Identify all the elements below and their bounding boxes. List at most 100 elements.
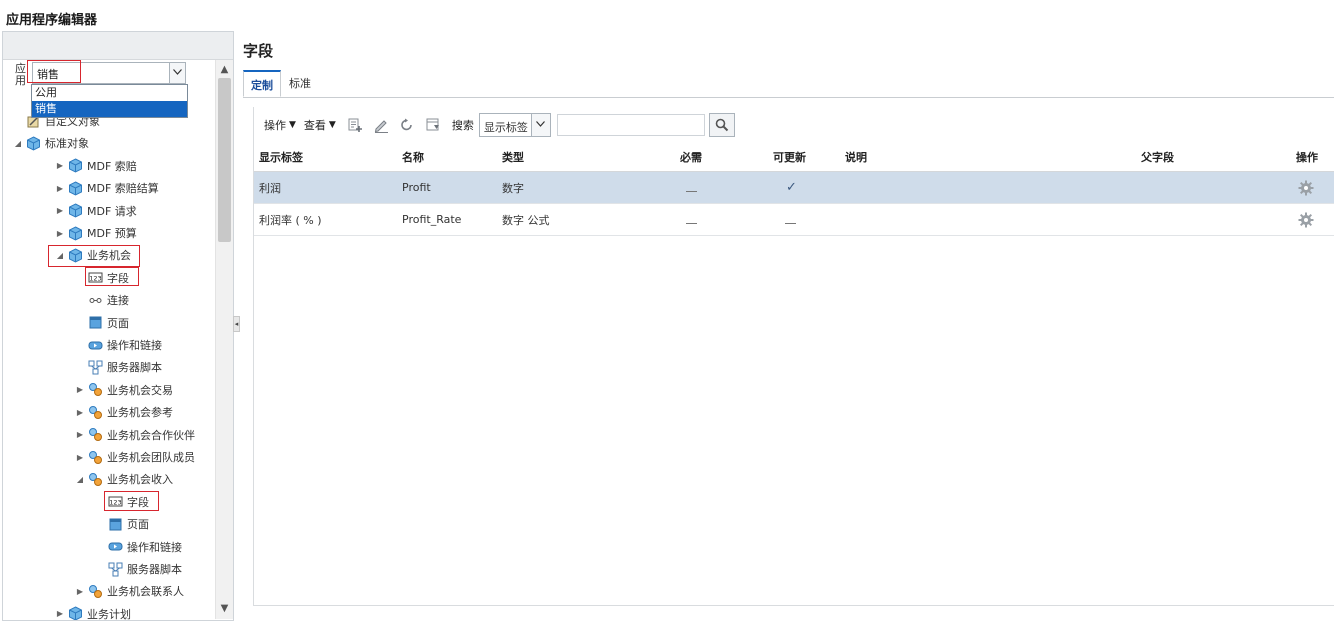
svg-text:123: 123 xyxy=(89,275,101,283)
tree-item[interactable]: 123 字段 xyxy=(75,269,129,287)
tree-item-label: 业务机会交易 xyxy=(107,383,173,397)
tree-item-label: MDF 索赔结算 xyxy=(87,182,159,196)
field-icon: 123 xyxy=(88,270,103,285)
application-dropdown: 公用 销售 xyxy=(31,84,188,118)
tree-item[interactable]: 服务器脚本 xyxy=(95,560,182,578)
column-header[interactable]: 类型 xyxy=(502,143,524,171)
child-object-icon xyxy=(88,405,103,420)
collapse-icon[interactable]: ◢ xyxy=(75,475,85,484)
view-menu[interactable]: 查看 ▼ xyxy=(304,117,336,133)
column-header[interactable]: 名称 xyxy=(402,143,424,171)
left-scrollbar[interactable]: ▲ ▼ xyxy=(215,60,233,619)
collapse-icon[interactable]: ◢ xyxy=(55,251,65,260)
search-input[interactable] xyxy=(556,114,705,136)
option-sales[interactable]: 销售 xyxy=(32,101,187,117)
scroll-up-icon[interactable]: ▲ xyxy=(216,62,233,78)
link-icon xyxy=(88,293,103,308)
tab-standard[interactable]: 标准 xyxy=(282,70,318,97)
expand-icon[interactable]: ▶ xyxy=(55,161,65,170)
search-button[interactable] xyxy=(708,113,735,137)
scroll-down-icon[interactable]: ▼ xyxy=(216,601,233,617)
option-public[interactable]: 公用 xyxy=(32,85,187,101)
application-select[interactable]: 销售 xyxy=(32,62,186,84)
gear-icon[interactable] xyxy=(1298,204,1314,235)
expand-icon[interactable]: ▶ xyxy=(75,430,85,439)
column-header[interactable]: 说明 xyxy=(845,143,867,171)
child-object-icon xyxy=(88,584,103,599)
tree-item-label: 服务器脚本 xyxy=(127,563,182,576)
edit-icon[interactable] xyxy=(370,115,392,135)
expand-icon[interactable]: ▶ xyxy=(75,385,85,394)
page-title: 字段 xyxy=(243,42,274,60)
search-field-select[interactable]: 显示标签 xyxy=(478,113,551,137)
tree-item[interactable]: ◢ 业务机会 xyxy=(55,246,131,264)
tree-item[interactable]: ◢ 标准对象 xyxy=(13,134,89,152)
tab-custom[interactable]: 定制 xyxy=(243,70,281,97)
tree-item[interactable]: ◢ 业务机会收入 xyxy=(75,470,173,488)
column-header[interactable]: 必需 xyxy=(680,143,702,171)
cube-icon xyxy=(68,203,83,218)
export-icon[interactable] xyxy=(422,115,444,135)
tree-item[interactable]: ▶ MDF 索赔 xyxy=(55,157,137,175)
tree-item[interactable]: 操作和链接 xyxy=(95,538,182,556)
tree-item[interactable]: 123 字段 xyxy=(95,493,149,511)
column-header[interactable]: 可更新 xyxy=(773,143,806,171)
tree-item[interactable]: ▶ 业务机会交易 xyxy=(75,381,173,399)
tree-item[interactable]: ▶ 业务计划 xyxy=(55,605,131,621)
tree-item[interactable]: ▶ MDF 请求 xyxy=(55,202,137,220)
tree-item-label: MDF 索赔 xyxy=(87,159,137,173)
tree-item[interactable]: ▶ MDF 索赔结算 xyxy=(55,179,159,197)
tree-item[interactable]: ▶ 业务机会团队成员 xyxy=(75,448,195,466)
chevron-down-icon[interactable] xyxy=(169,63,185,83)
dash-icon xyxy=(686,223,697,224)
tree-item-label: 标准对象 xyxy=(45,137,89,151)
script-icon xyxy=(108,562,123,577)
expand-icon[interactable]: ▶ xyxy=(75,453,85,462)
updatable-cell xyxy=(785,204,796,235)
view-menu-label: 查看 xyxy=(303,119,326,132)
dash-icon xyxy=(686,191,697,192)
page-icon xyxy=(108,517,123,532)
dash-icon xyxy=(785,223,796,224)
actions-menu[interactable]: 操作 ▼ xyxy=(264,117,296,133)
chevron-down-icon[interactable] xyxy=(530,114,550,136)
column-header[interactable]: 显示标签 xyxy=(259,143,303,171)
action-icon xyxy=(108,539,123,554)
tree-item-label: 业务计划 xyxy=(87,607,131,621)
expand-icon[interactable]: ▶ xyxy=(55,184,65,193)
svg-text:123: 123 xyxy=(109,499,121,507)
table-row[interactable]: 利润率 ( % ) Profit_Rate 数字 公式 xyxy=(254,204,1334,236)
tree-item[interactable]: 页面 xyxy=(95,515,149,533)
tree-item[interactable]: ▶ 业务机会参考 xyxy=(75,403,173,421)
expand-icon[interactable]: ▶ xyxy=(55,206,65,215)
expand-icon[interactable]: ▶ xyxy=(55,229,65,238)
tree-item[interactable]: 连接 xyxy=(75,291,129,309)
panel-splitter[interactable]: ◂ xyxy=(233,316,240,332)
expand-icon[interactable]: ▶ xyxy=(75,408,85,417)
display-label-cell: 利润 xyxy=(259,181,281,195)
create-field-icon[interactable] xyxy=(344,115,366,135)
table-header: 显示标签 名称 类型 必需 可更新 说明 父字段 操作 xyxy=(254,143,1334,172)
tree-item-label: 业务机会 xyxy=(87,249,131,263)
column-header[interactable]: 操作 xyxy=(1296,143,1318,171)
refresh-icon[interactable] xyxy=(396,115,418,135)
child-object-icon xyxy=(88,427,103,442)
check-icon: ✓ xyxy=(786,180,797,195)
tree-item[interactable]: 服务器脚本 xyxy=(75,358,162,376)
column-header[interactable]: 父字段 xyxy=(1141,143,1174,171)
tree-item-label: 业务机会收入 xyxy=(107,473,173,487)
table-row[interactable]: 利润 Profit 数字 ✓ xyxy=(254,172,1334,204)
tree-item-label: 连接 xyxy=(107,294,129,308)
expand-icon[interactable]: ▶ xyxy=(55,609,65,618)
expand-icon[interactable]: ▶ xyxy=(75,587,85,596)
tree-item[interactable]: ▶ MDF 预算 xyxy=(55,224,137,242)
collapse-icon[interactable]: ◢ xyxy=(13,139,23,148)
tree-item[interactable]: 页面 xyxy=(75,314,129,332)
tree-item-label: 业务机会团队成员 xyxy=(107,451,195,464)
gear-icon[interactable] xyxy=(1298,172,1314,203)
tree-item[interactable]: ▶ 业务机会合作伙伴 xyxy=(75,426,195,444)
tree-item[interactable]: 操作和链接 xyxy=(75,336,162,354)
tree-item[interactable]: ▶ 业务机会联系人 xyxy=(75,582,184,600)
scroll-thumb[interactable] xyxy=(218,78,231,242)
tab-bar: 定制 标准 xyxy=(243,70,1334,98)
